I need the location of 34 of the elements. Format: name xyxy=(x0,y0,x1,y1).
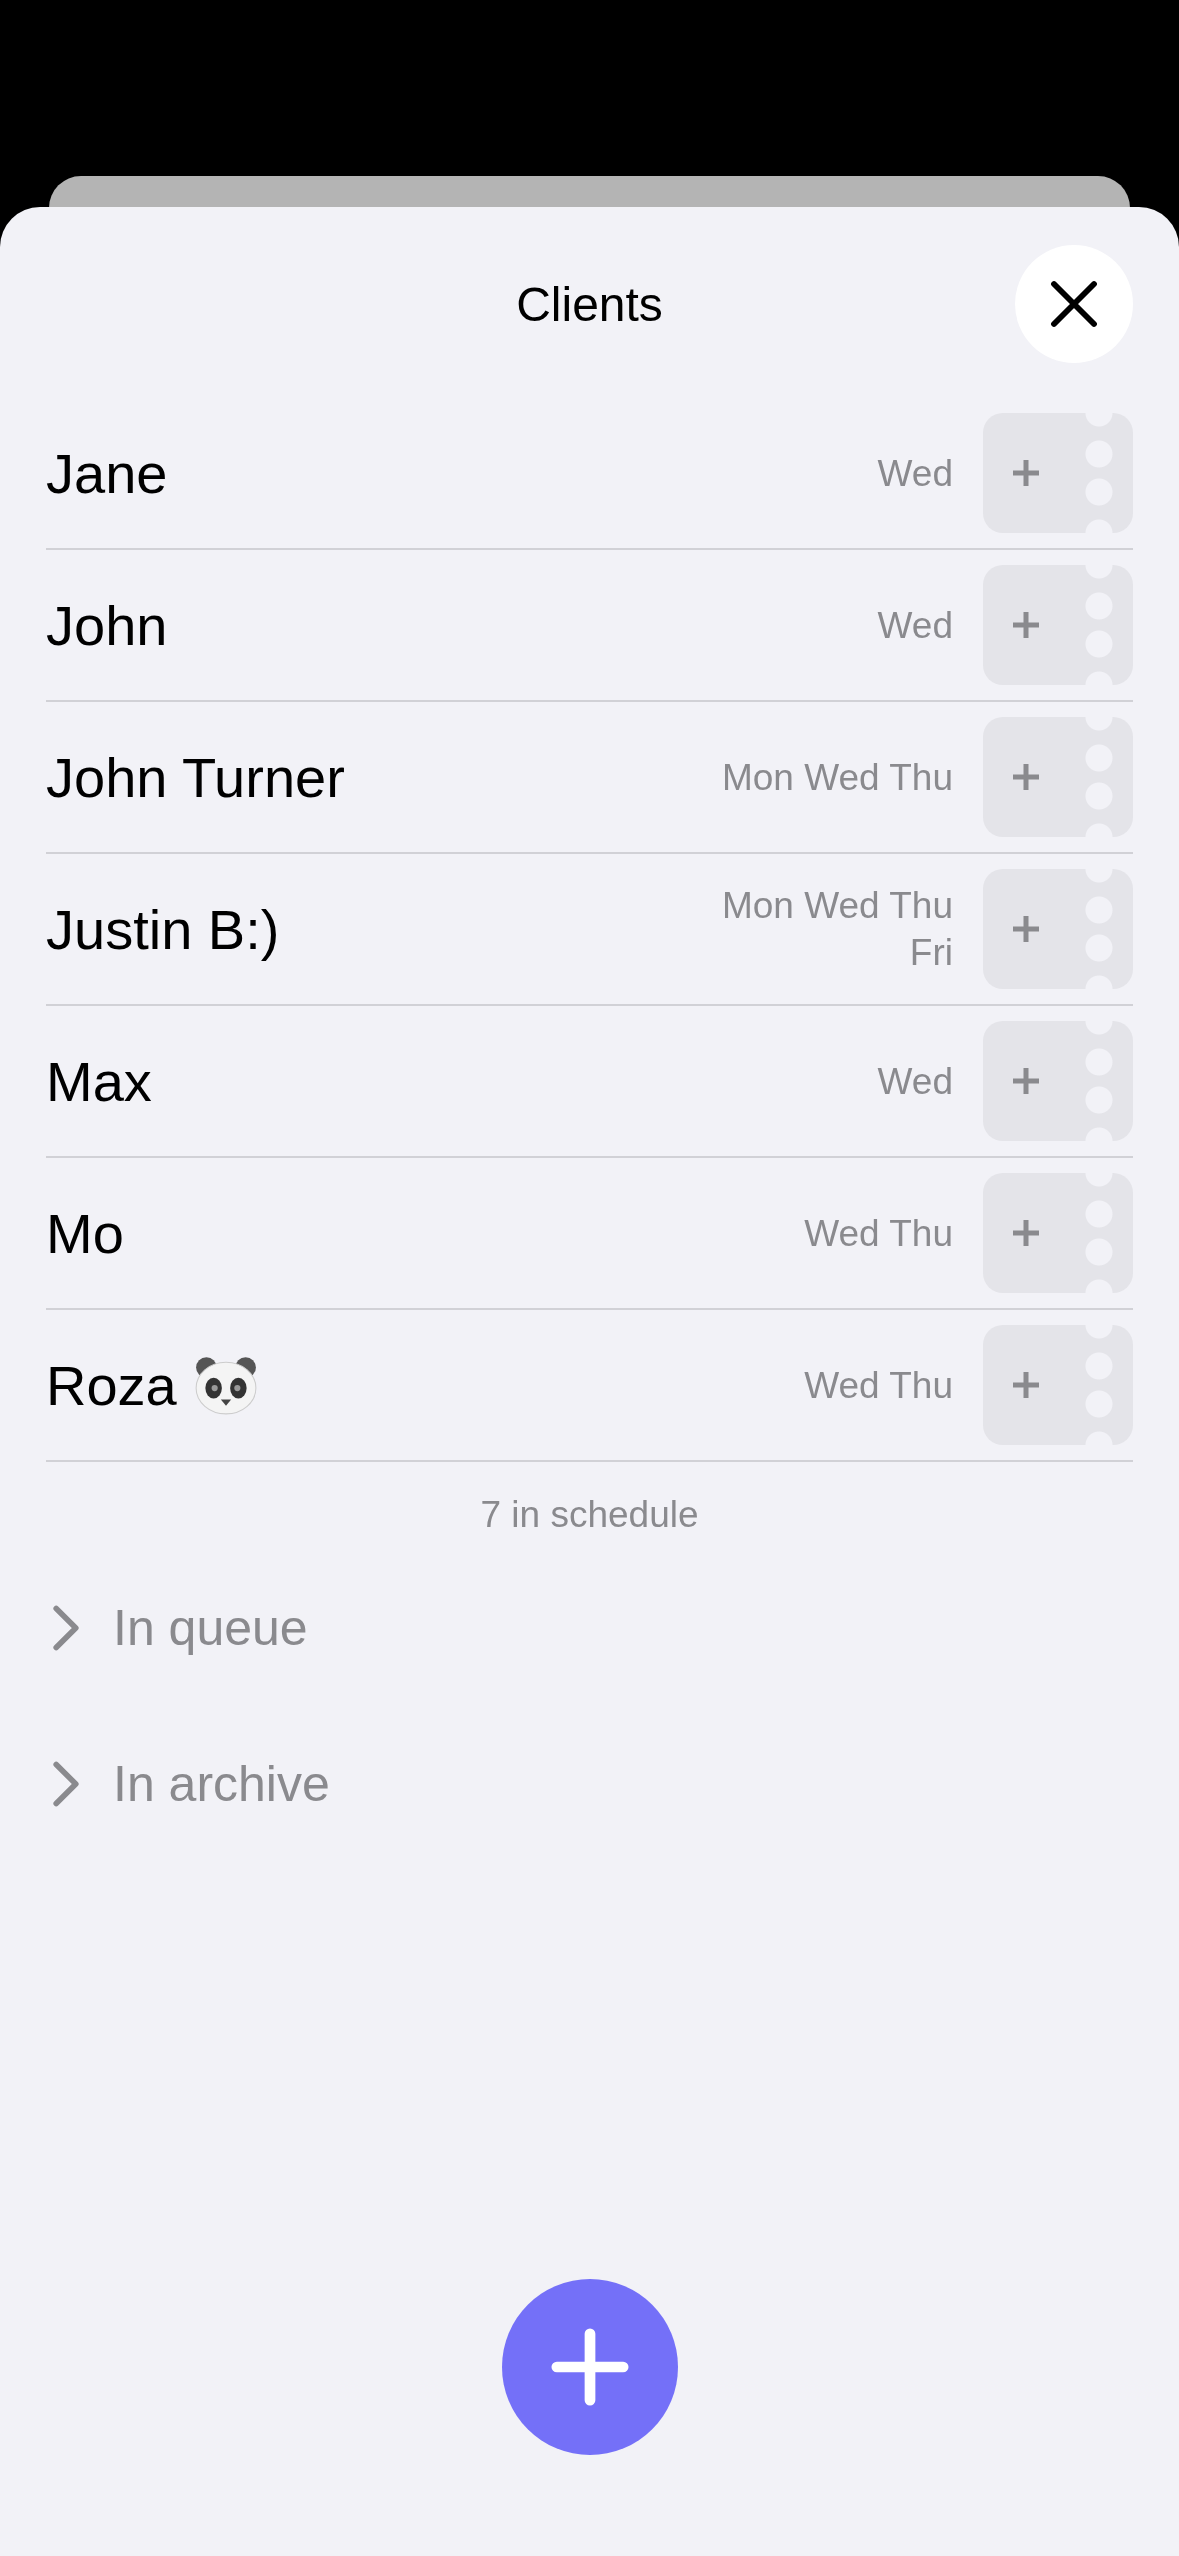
schedule-days: Wed xyxy=(877,449,953,497)
schedule-days: Wed Thu xyxy=(804,1361,953,1409)
add-session-button[interactable] xyxy=(983,565,1133,685)
add-session-button[interactable] xyxy=(983,1021,1133,1141)
plus-icon xyxy=(1011,1066,1041,1096)
chevron-icon xyxy=(52,1760,80,1808)
client-name[interactable]: Mo xyxy=(46,1200,124,1266)
plus-icon xyxy=(1011,1218,1041,1248)
plus-icon xyxy=(550,2328,629,2406)
client-name[interactable]: John xyxy=(46,592,168,658)
client-name[interactable]: Roza xyxy=(46,1352,177,1418)
close-icon xyxy=(1049,279,1099,329)
add-session-button[interactable] xyxy=(983,1325,1133,1445)
schedule-days: Mon Wed Thu xyxy=(721,753,953,801)
client-name[interactable]: Max xyxy=(46,1048,152,1114)
schedule-days: Mon Wed Thu Fri xyxy=(683,882,953,976)
add-session-button[interactable] xyxy=(983,869,1133,989)
client-name[interactable]: Justin B:) xyxy=(46,896,280,962)
schedule-days: Wed xyxy=(877,601,953,649)
plus-icon xyxy=(1011,1370,1041,1400)
plus-icon xyxy=(1011,458,1041,488)
schedule-days: Wed xyxy=(877,1057,953,1105)
plus-icon xyxy=(1011,914,1041,944)
client-name[interactable]: Jane xyxy=(46,440,168,506)
schedule-days: Wed Thu xyxy=(804,1209,953,1257)
client-name[interactable]: John Turner xyxy=(46,744,345,810)
plus-icon xyxy=(1011,610,1041,640)
add-session-button[interactable] xyxy=(983,717,1133,837)
sheet-title: Clients xyxy=(516,276,663,332)
add-session-button[interactable] xyxy=(983,1173,1133,1293)
chevron-icon xyxy=(52,1604,80,1652)
plus-icon xyxy=(1011,762,1041,792)
add-session-button[interactable] xyxy=(983,413,1133,533)
schedule-count: 7 in schedule xyxy=(479,1494,700,1536)
